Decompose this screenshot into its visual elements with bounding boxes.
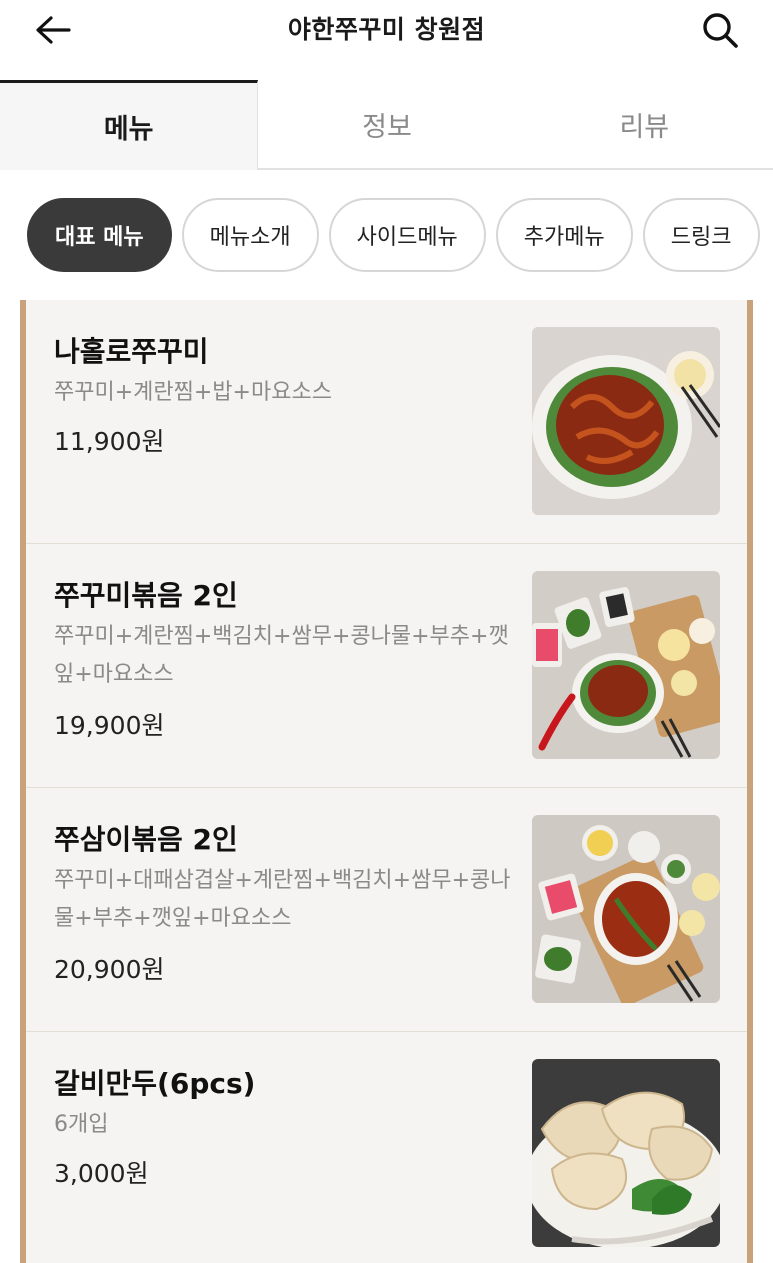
tab-menu[interactable]: 메뉴 (0, 80, 259, 170)
menu-item-photo (532, 1059, 720, 1247)
menu-item-price: 20,900원 (54, 955, 165, 984)
chip-menu-intro[interactable]: 메뉴소개 (181, 198, 319, 272)
menu-item-name: 갈비만두(6pcs) (54, 1067, 256, 1100)
app-header: 야한쭈꾸미 창원점 (0, 0, 773, 80)
menu-item-price: 19,900원 (54, 711, 165, 740)
menu-item-photo (532, 571, 720, 759)
chip-signature-menu[interactable]: 대표 메뉴 (27, 198, 172, 272)
menu-list: 나홀로쭈꾸미 쭈꾸미+계란찜+밥+마요소스 11,900원 쭈꾸미볶음 2인 쭈… (20, 300, 753, 1263)
search-button[interactable] (697, 8, 743, 52)
menu-item-name: 쭈삼이볶음 2인 (54, 823, 238, 856)
chip-extra-menu[interactable]: 추가메뉴 (495, 198, 633, 272)
chip-side-menu[interactable]: 사이드메뉴 (328, 198, 486, 272)
menu-item[interactable]: 갈비만두(6pcs) 6개입 3,000원 (26, 1032, 747, 1263)
menu-item[interactable]: 쭈삼이볶음 2인 쭈꾸미+대패삼겹살+계란찜+백김치+쌈무+콩나물+부추+깻잎+… (26, 788, 747, 1032)
menu-item-description: 쭈꾸미+대패삼겹살+계란찜+백김치+쌈무+콩나물+부추+깻잎+마요소스 (54, 868, 511, 931)
menu-item[interactable]: 나홀로쭈꾸미 쭈꾸미+계란찜+밥+마요소스 11,900원 (26, 300, 747, 544)
tab-info[interactable]: 정보 (258, 80, 516, 170)
category-chip-bar: 대표 메뉴 메뉴소개 사이드메뉴 추가메뉴 드링크 (0, 170, 773, 300)
menu-item-photo (532, 815, 720, 1003)
menu-item-price: 3,000원 (54, 1159, 149, 1188)
menu-item-description: 6개입 (54, 1112, 109, 1137)
tab-bar: 메뉴 정보 리뷰 (0, 80, 773, 170)
search-icon (703, 13, 738, 48)
chip-drink[interactable]: 드링크 (642, 198, 760, 272)
menu-item-description: 쭈꾸미+계란찜+밥+마요소스 (54, 380, 332, 405)
menu-item-description: 쭈꾸미+계란찜+백김치+쌈무+콩나물+부추+깻잎+마요소스 (54, 624, 509, 687)
menu-item-name: 쭈꾸미볶음 2인 (54, 579, 238, 612)
menu-item-price: 11,900원 (54, 427, 165, 456)
menu-item[interactable]: 쭈꾸미볶음 2인 쭈꾸미+계란찜+백김치+쌈무+콩나물+부추+깻잎+마요소스 1… (26, 544, 747, 788)
menu-item-name: 나홀로쭈꾸미 (54, 335, 209, 368)
page-title: 야한쭈꾸미 창원점 (287, 15, 486, 44)
menu-item-photo (532, 327, 720, 515)
tab-review[interactable]: 리뷰 (515, 80, 773, 170)
